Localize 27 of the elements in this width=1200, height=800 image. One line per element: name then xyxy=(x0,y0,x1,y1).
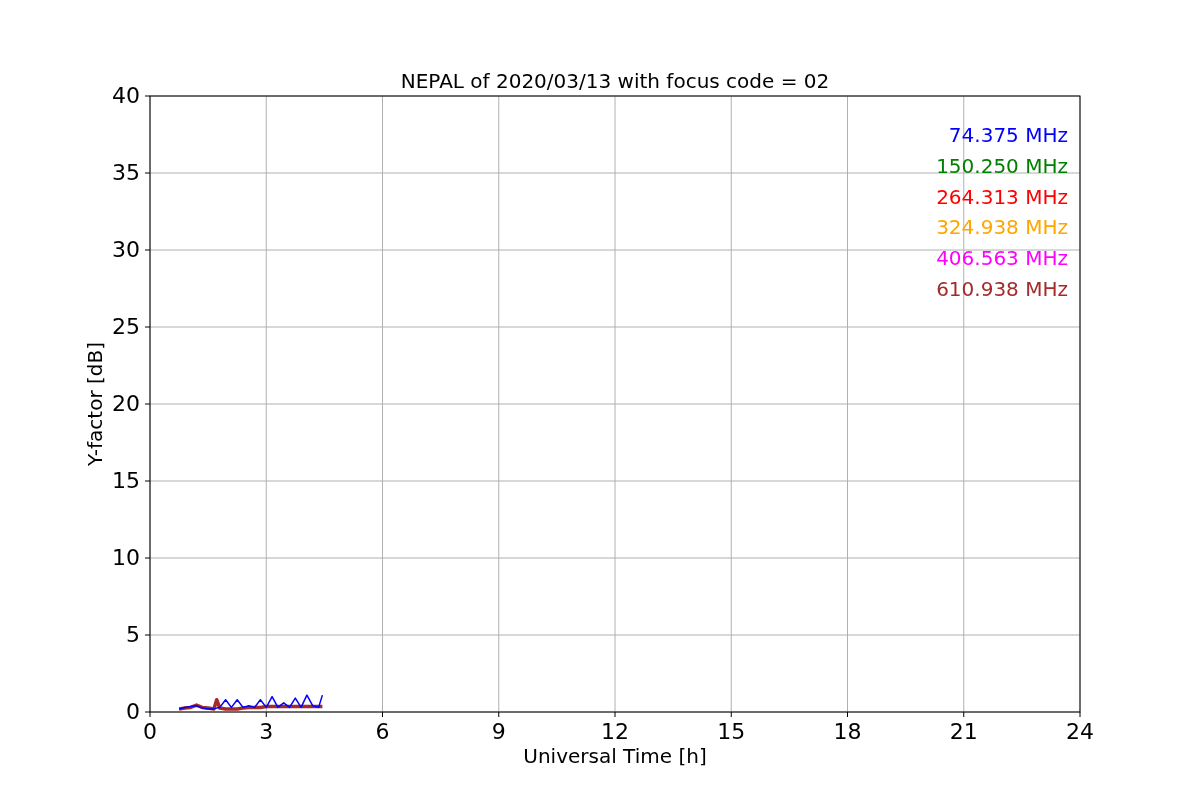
tick-label: 24 xyxy=(1066,719,1094,744)
tick-label: 12 xyxy=(601,719,629,744)
tick-label: 21 xyxy=(949,719,978,744)
tick-label: 25 xyxy=(112,314,140,339)
tick-label: 18 xyxy=(833,719,862,744)
tick-label: 30 xyxy=(112,237,140,262)
tick-label: 15 xyxy=(717,719,746,744)
tick-label: 9 xyxy=(491,719,506,744)
legend-label: 264.313 MHz xyxy=(936,184,1068,209)
tick-label: 10 xyxy=(112,545,140,570)
tick-label: 5 xyxy=(126,622,140,647)
tick-label: 0 xyxy=(143,719,157,744)
tick-label: 0 xyxy=(126,699,140,724)
tick-label: 3 xyxy=(259,719,274,744)
tick-label: 20 xyxy=(112,391,140,416)
y-axis-label: Y-factor [dB] xyxy=(83,342,107,466)
legend-label: 74.375 MHz xyxy=(948,123,1068,147)
legend-label: 324.938 MHz xyxy=(936,215,1068,240)
tick-label: 35 xyxy=(112,160,140,185)
chart-title: NEPAL of 2020/03/13 with focus code = 02 xyxy=(400,69,830,93)
tick-label: 15 xyxy=(112,468,140,493)
tick-label: 6 xyxy=(375,719,390,744)
tick-label: 40 xyxy=(112,83,140,108)
legend-label: 610.938 MHz xyxy=(936,277,1068,301)
x-axis-label: Universal Time [h] xyxy=(523,744,707,768)
legend-label: 406.563 MHz xyxy=(936,246,1068,271)
legend-label: 150.250 MHz xyxy=(936,153,1068,178)
